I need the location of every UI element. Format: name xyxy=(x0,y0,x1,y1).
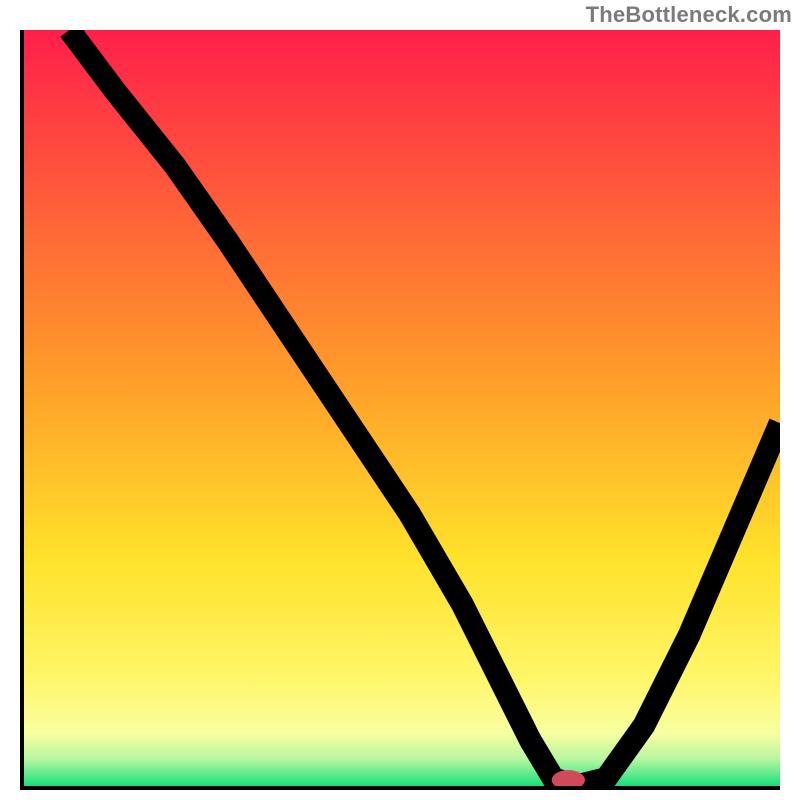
watermark-text: TheBottleneck.com xyxy=(586,2,792,28)
chart-svg xyxy=(24,30,780,786)
chart-container: TheBottleneck.com xyxy=(0,0,800,800)
plot-area xyxy=(20,30,780,790)
